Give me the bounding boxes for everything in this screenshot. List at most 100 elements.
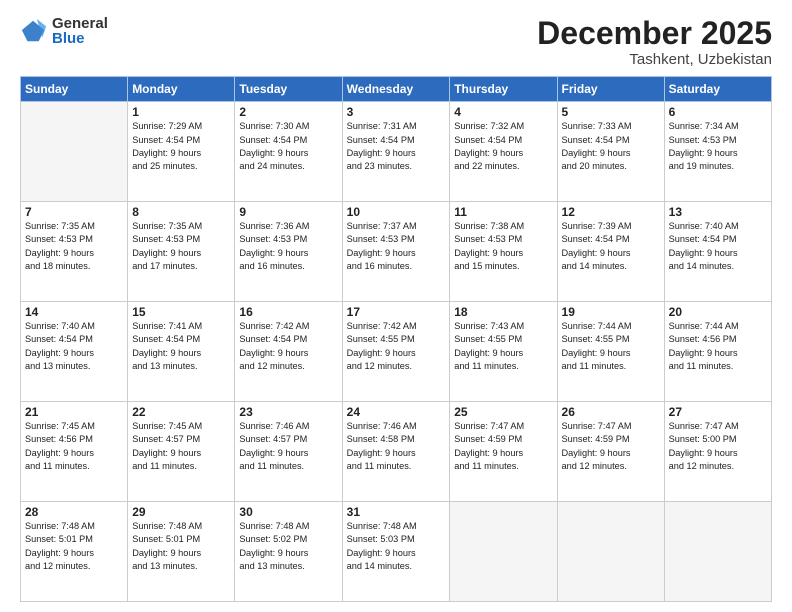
calendar-cell: 1Sunrise: 7:29 AM Sunset: 4:54 PM Daylig… [128,102,235,202]
day-number: 6 [669,105,767,119]
day-number: 26 [562,405,660,419]
calendar-cell: 20Sunrise: 7:44 AM Sunset: 4:56 PM Dayli… [664,302,771,402]
day-info: Sunrise: 7:35 AM Sunset: 4:53 PM Dayligh… [132,220,230,273]
day-number: 7 [25,205,123,219]
calendar-cell: 9Sunrise: 7:36 AM Sunset: 4:53 PM Daylig… [235,202,342,302]
day-number: 28 [25,505,123,519]
calendar-cell: 13Sunrise: 7:40 AM Sunset: 4:54 PM Dayli… [664,202,771,302]
day-number: 21 [25,405,123,419]
day-info: Sunrise: 7:31 AM Sunset: 4:54 PM Dayligh… [347,120,446,173]
logo: General Blue [20,16,108,46]
week-row-5: 28Sunrise: 7:48 AM Sunset: 5:01 PM Dayli… [21,502,772,602]
day-number: 24 [347,405,446,419]
logo-icon [20,17,48,45]
day-info: Sunrise: 7:38 AM Sunset: 4:53 PM Dayligh… [454,220,552,273]
calendar-cell: 6Sunrise: 7:34 AM Sunset: 4:53 PM Daylig… [664,102,771,202]
day-number: 27 [669,405,767,419]
day-info: Sunrise: 7:48 AM Sunset: 5:03 PM Dayligh… [347,520,446,573]
week-row-3: 14Sunrise: 7:40 AM Sunset: 4:54 PM Dayli… [21,302,772,402]
day-number: 31 [347,505,446,519]
day-info: Sunrise: 7:33 AM Sunset: 4:54 PM Dayligh… [562,120,660,173]
calendar-cell: 29Sunrise: 7:48 AM Sunset: 5:01 PM Dayli… [128,502,235,602]
calendar-cell: 11Sunrise: 7:38 AM Sunset: 4:53 PM Dayli… [450,202,557,302]
day-number: 23 [239,405,337,419]
month-title: December 2025 [537,16,772,51]
calendar-cell: 28Sunrise: 7:48 AM Sunset: 5:01 PM Dayli… [21,502,128,602]
day-info: Sunrise: 7:40 AM Sunset: 4:54 PM Dayligh… [669,220,767,273]
calendar-cell [21,102,128,202]
day-number: 8 [132,205,230,219]
day-number: 12 [562,205,660,219]
calendar-cell: 19Sunrise: 7:44 AM Sunset: 4:55 PM Dayli… [557,302,664,402]
calendar-cell [450,502,557,602]
calendar-header-row: Sunday Monday Tuesday Wednesday Thursday… [21,77,772,102]
calendar-cell: 2Sunrise: 7:30 AM Sunset: 4:54 PM Daylig… [235,102,342,202]
day-number: 5 [562,105,660,119]
calendar-cell: 14Sunrise: 7:40 AM Sunset: 4:54 PM Dayli… [21,302,128,402]
calendar-cell: 8Sunrise: 7:35 AM Sunset: 4:53 PM Daylig… [128,202,235,302]
calendar-cell: 18Sunrise: 7:43 AM Sunset: 4:55 PM Dayli… [450,302,557,402]
calendar-cell: 30Sunrise: 7:48 AM Sunset: 5:02 PM Dayli… [235,502,342,602]
day-info: Sunrise: 7:48 AM Sunset: 5:01 PM Dayligh… [132,520,230,573]
day-info: Sunrise: 7:45 AM Sunset: 4:57 PM Dayligh… [132,420,230,473]
day-info: Sunrise: 7:42 AM Sunset: 4:54 PM Dayligh… [239,320,337,373]
day-info: Sunrise: 7:47 AM Sunset: 4:59 PM Dayligh… [562,420,660,473]
day-info: Sunrise: 7:47 AM Sunset: 4:59 PM Dayligh… [454,420,552,473]
day-info: Sunrise: 7:37 AM Sunset: 4:53 PM Dayligh… [347,220,446,273]
day-info: Sunrise: 7:43 AM Sunset: 4:55 PM Dayligh… [454,320,552,373]
day-number: 29 [132,505,230,519]
day-info: Sunrise: 7:41 AM Sunset: 4:54 PM Dayligh… [132,320,230,373]
calendar-cell: 16Sunrise: 7:42 AM Sunset: 4:54 PM Dayli… [235,302,342,402]
calendar-cell: 17Sunrise: 7:42 AM Sunset: 4:55 PM Dayli… [342,302,450,402]
day-info: Sunrise: 7:48 AM Sunset: 5:01 PM Dayligh… [25,520,123,573]
day-info: Sunrise: 7:46 AM Sunset: 4:58 PM Dayligh… [347,420,446,473]
day-number: 14 [25,305,123,319]
title-block: December 2025 Tashkent, Uzbekistan [537,16,772,68]
logo-blue-label: Blue [52,31,108,46]
day-info: Sunrise: 7:29 AM Sunset: 4:54 PM Dayligh… [132,120,230,173]
day-number: 17 [347,305,446,319]
col-wednesday: Wednesday [342,77,450,102]
calendar-cell [557,502,664,602]
day-number: 3 [347,105,446,119]
day-info: Sunrise: 7:40 AM Sunset: 4:54 PM Dayligh… [25,320,123,373]
calendar-cell: 27Sunrise: 7:47 AM Sunset: 5:00 PM Dayli… [664,402,771,502]
day-number: 13 [669,205,767,219]
day-info: Sunrise: 7:36 AM Sunset: 4:53 PM Dayligh… [239,220,337,273]
day-number: 25 [454,405,552,419]
calendar-cell: 5Sunrise: 7:33 AM Sunset: 4:54 PM Daylig… [557,102,664,202]
calendar-cell: 25Sunrise: 7:47 AM Sunset: 4:59 PM Dayli… [450,402,557,502]
day-info: Sunrise: 7:46 AM Sunset: 4:57 PM Dayligh… [239,420,337,473]
calendar-cell: 31Sunrise: 7:48 AM Sunset: 5:03 PM Dayli… [342,502,450,602]
day-number: 1 [132,105,230,119]
logo-text: General Blue [52,16,108,46]
day-info: Sunrise: 7:45 AM Sunset: 4:56 PM Dayligh… [25,420,123,473]
day-number: 4 [454,105,552,119]
calendar-cell: 10Sunrise: 7:37 AM Sunset: 4:53 PM Dayli… [342,202,450,302]
calendar-cell: 21Sunrise: 7:45 AM Sunset: 4:56 PM Dayli… [21,402,128,502]
calendar-cell: 26Sunrise: 7:47 AM Sunset: 4:59 PM Dayli… [557,402,664,502]
calendar-cell: 15Sunrise: 7:41 AM Sunset: 4:54 PM Dayli… [128,302,235,402]
logo-general-label: General [52,16,108,31]
week-row-1: 1Sunrise: 7:29 AM Sunset: 4:54 PM Daylig… [21,102,772,202]
col-tuesday: Tuesday [235,77,342,102]
week-row-4: 21Sunrise: 7:45 AM Sunset: 4:56 PM Dayli… [21,402,772,502]
day-info: Sunrise: 7:39 AM Sunset: 4:54 PM Dayligh… [562,220,660,273]
col-sunday: Sunday [21,77,128,102]
day-number: 15 [132,305,230,319]
col-thursday: Thursday [450,77,557,102]
day-info: Sunrise: 7:32 AM Sunset: 4:54 PM Dayligh… [454,120,552,173]
day-info: Sunrise: 7:30 AM Sunset: 4:54 PM Dayligh… [239,120,337,173]
day-number: 16 [239,305,337,319]
day-info: Sunrise: 7:35 AM Sunset: 4:53 PM Dayligh… [25,220,123,273]
day-number: 2 [239,105,337,119]
day-info: Sunrise: 7:44 AM Sunset: 4:55 PM Dayligh… [562,320,660,373]
calendar-cell: 24Sunrise: 7:46 AM Sunset: 4:58 PM Dayli… [342,402,450,502]
day-info: Sunrise: 7:47 AM Sunset: 5:00 PM Dayligh… [669,420,767,473]
calendar-cell: 22Sunrise: 7:45 AM Sunset: 4:57 PM Dayli… [128,402,235,502]
calendar-cell [664,502,771,602]
day-number: 30 [239,505,337,519]
page: General Blue December 2025 Tashkent, Uzb… [0,0,792,612]
day-info: Sunrise: 7:42 AM Sunset: 4:55 PM Dayligh… [347,320,446,373]
day-number: 11 [454,205,552,219]
